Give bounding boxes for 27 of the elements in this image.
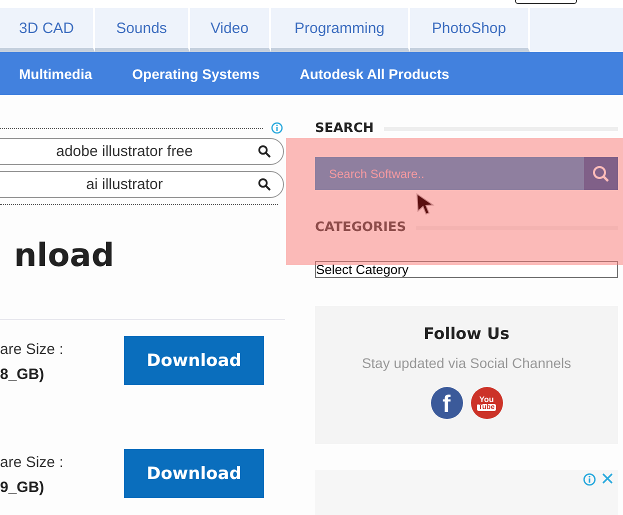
info-icon[interactable] bbox=[583, 473, 596, 486]
size-label: are Size : bbox=[0, 341, 64, 358]
size-value: 9_GB) bbox=[0, 479, 46, 496]
search-button[interactable] bbox=[584, 157, 618, 190]
category-select[interactable]: Select Category bbox=[315, 261, 618, 278]
info-icon[interactable] bbox=[271, 122, 283, 134]
section-title: SEARCH bbox=[315, 121, 374, 136]
search-icon bbox=[258, 178, 271, 191]
related-search-link[interactable]: adobe illustrator free bbox=[0, 138, 284, 165]
page-heading: nload bbox=[14, 235, 116, 275]
nav-link[interactable]: Multimedia bbox=[19, 66, 92, 82]
search-icon bbox=[258, 145, 271, 158]
search-field[interactable]: Search Software.. bbox=[315, 157, 584, 190]
download-button[interactable]: Download bbox=[124, 449, 264, 498]
card-subtitle: Stay updated via Social Channels bbox=[362, 355, 572, 371]
size-label: are Size : bbox=[0, 454, 64, 471]
related-search-link[interactable]: ai illustrator bbox=[0, 171, 284, 198]
search-icon bbox=[592, 164, 610, 182]
size-value: 8_GB) bbox=[0, 366, 46, 383]
card-title: Follow Us bbox=[423, 324, 510, 343]
nav-link[interactable]: Autodesk All Products bbox=[300, 66, 450, 82]
section-title: CATEGORIES bbox=[315, 220, 406, 235]
cursor-icon bbox=[415, 193, 435, 215]
close-icon[interactable] bbox=[602, 473, 613, 484]
facebook-icon[interactable]: f bbox=[430, 387, 462, 419]
nav-link[interactable]: Operating Systems bbox=[132, 66, 260, 82]
download-button[interactable]: Download bbox=[124, 336, 264, 385]
